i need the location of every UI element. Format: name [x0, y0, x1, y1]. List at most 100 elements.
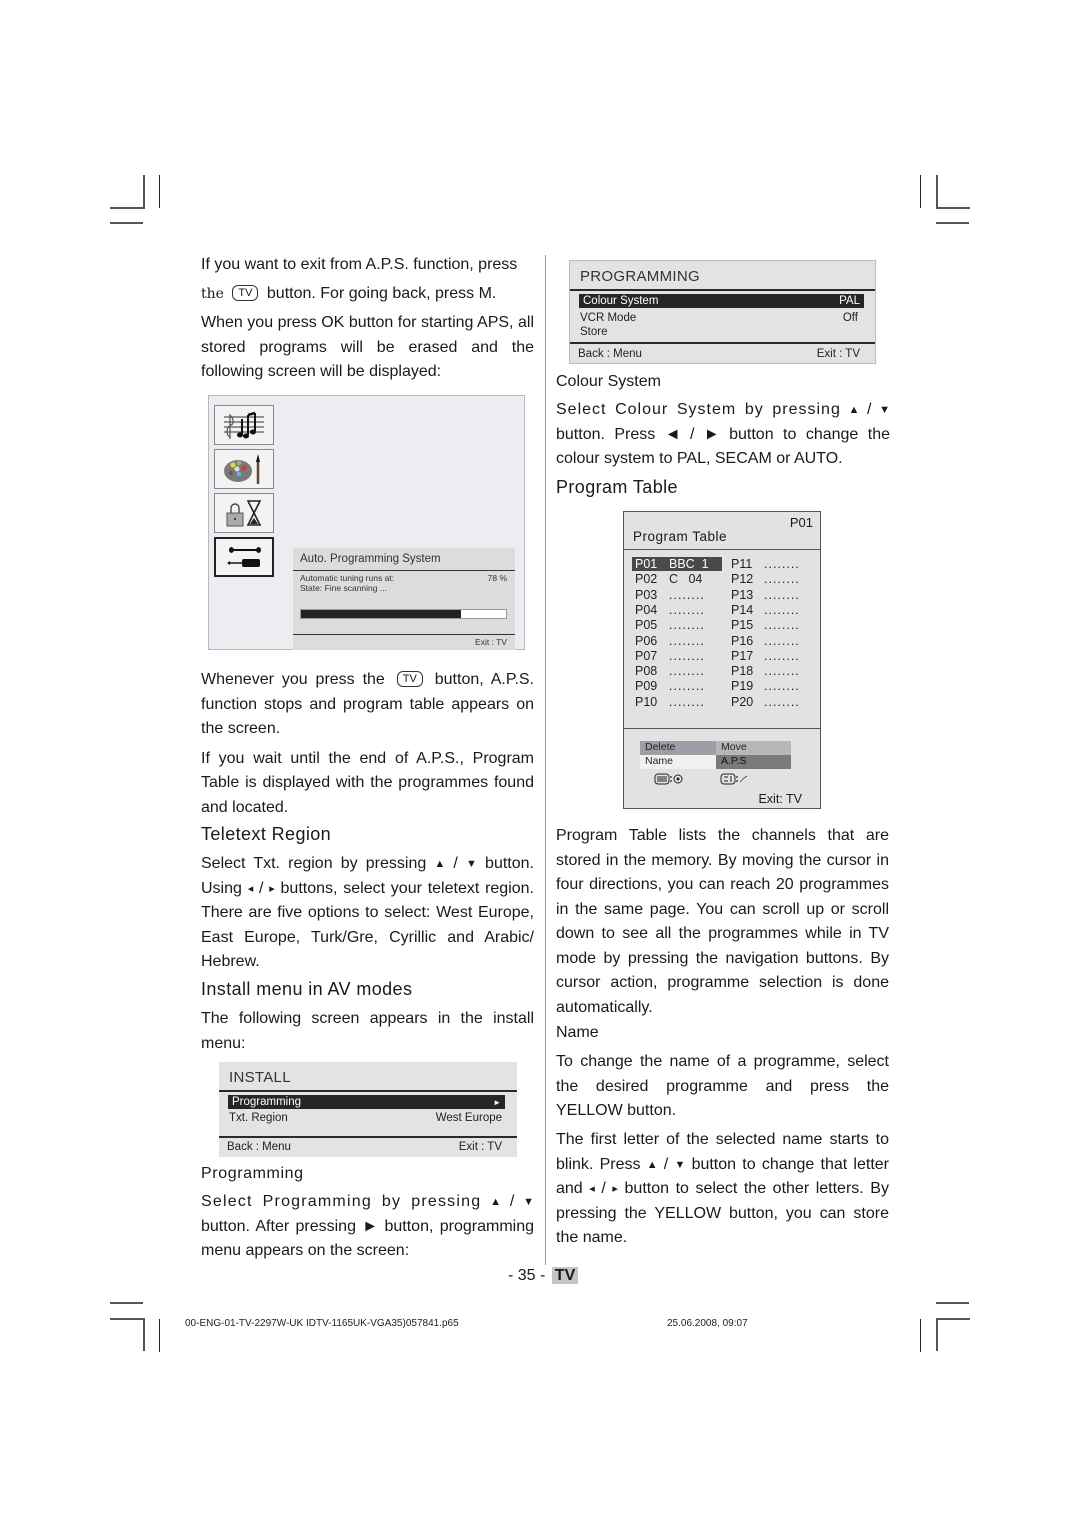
programming-item-value: PAL [839, 295, 860, 307]
up-arrow-icon: ▲ [848, 404, 860, 416]
program-row[interactable]: P04........ [635, 603, 704, 617]
slash: / [657, 1155, 675, 1173]
programming-title-rule [570, 289, 875, 291]
teletext-heading: Teletext Region [201, 824, 332, 844]
program-number: P12 [731, 572, 754, 587]
right-arrow-icon: ▸ [269, 882, 275, 895]
program-row[interactable]: P01 BBC 1 [635, 557, 709, 571]
page-number-line: - 35 - TV [508, 1267, 579, 1285]
install-paragraph: The following screen appears in the inst… [201, 1010, 534, 1052]
program-name: C 04 [669, 572, 703, 587]
programming-item-colour-system[interactable]: Colour System PAL [579, 294, 864, 308]
slash: / [253, 879, 270, 897]
program-row[interactable]: P19........ [731, 679, 799, 694]
program-number: P07 [635, 648, 658, 663]
install-item-value: West Europe [435, 1112, 502, 1124]
colour-text-b: button. Press ◄ / ► button to change the… [556, 425, 890, 468]
name-option[interactable]: Name [640, 755, 716, 769]
programming-paragraph: Select Programming by pressing ▲ / ▼ but… [201, 1190, 534, 1264]
colour-text-a: Select Colour System by pressing [556, 401, 841, 418]
name-subheading: Name [556, 1024, 599, 1041]
up-arrow-icon: ▲ [490, 1196, 502, 1208]
program-row[interactable]: P09........ [635, 679, 704, 693]
install-heading: Install menu in AV modes [201, 979, 413, 999]
program-name: ........ [669, 618, 705, 633]
aps-footer-rule [293, 634, 515, 635]
back-hint: Back : Menu [578, 348, 642, 360]
crop-mark [936, 222, 969, 224]
program-number: P18 [731, 664, 754, 679]
program-row[interactable]: P12........ [731, 572, 799, 587]
palette-icon [224, 454, 260, 484]
program-name: ........ [669, 648, 705, 663]
program-number: P08 [635, 664, 658, 679]
program-row[interactable]: P13........ [731, 588, 799, 602]
program-number: P15 [731, 618, 754, 633]
install-item-programming[interactable]: Programming ► [228, 1095, 505, 1109]
submenu-arrow-icon: ► [493, 1097, 501, 1107]
picture-menu-tile [214, 449, 274, 489]
program-row[interactable]: P08........ [635, 664, 704, 679]
program-row[interactable]: P18........ [731, 664, 799, 679]
move-option[interactable]: Move [716, 741, 791, 755]
program-number: P03 [635, 587, 658, 602]
program-row[interactable]: P03........ [635, 587, 704, 602]
programming-subheading: Programming [201, 1165, 304, 1182]
programming-item-vcr-mode[interactable]: VCR Mode Off [580, 312, 858, 324]
programming-menu-title: PROGRAMMING [580, 268, 700, 285]
aps-progress-fill [301, 610, 461, 618]
aps-state: State: Fine scanning ... [300, 583, 387, 593]
programming-text-b: button. After pressing ► button, program… [201, 1217, 534, 1260]
aps-screen: Auto. Programming System Automatic tunin… [208, 395, 525, 650]
install-item-txt-region[interactable]: Txt. Region West Europe [229, 1112, 502, 1124]
aps-title-rule [293, 570, 515, 571]
up-arrow-icon: ▲ [434, 858, 446, 870]
crop-mark [110, 1302, 143, 1304]
aps-status-value: 78 % [487, 573, 507, 583]
programming-item-value: Off [842, 312, 858, 324]
program-row[interactable]: P15........ [731, 618, 799, 633]
program-table-paragraph: Program Table lists the channels that ar… [556, 827, 889, 1016]
intro-suffix: button. For going back, press M. [266, 284, 497, 302]
after-aps-line-2: If you wait until the end of A.P.S., Pro… [201, 749, 534, 816]
programming-item-store[interactable]: Store [580, 326, 858, 338]
install-title-rule [219, 1090, 517, 1092]
program-row[interactable]: P10........ [635, 694, 704, 709]
intro-line-1: If you want to exit from A.P.S. function… [201, 256, 518, 273]
program-row[interactable]: P20........ [731, 695, 799, 709]
delete-option[interactable]: Delete [640, 741, 716, 755]
tools-icon [227, 547, 261, 567]
name-text-2: The first letter of the selected name st… [556, 1128, 889, 1251]
program-number: P10 [635, 694, 658, 709]
index-key-icon [720, 773, 748, 785]
aps-status-label: Automatic tuning runs at: [300, 573, 395, 583]
program-row[interactable]: P07........ [635, 648, 704, 663]
install-item-label: Programming [232, 1096, 302, 1108]
program-name: ........ [764, 664, 800, 679]
install-menu: INSTALL Programming ► Txt. Region West E… [219, 1062, 517, 1157]
program-row[interactable]: P02 C 04 [635, 572, 702, 586]
program-number: P17 [731, 648, 754, 663]
down-arrow-icon: ▼ [523, 1196, 534, 1208]
tv-key-icon: TV [396, 671, 423, 687]
program-number: P19 [731, 679, 754, 694]
aps-option[interactable]: A.P.S [716, 755, 791, 769]
down-arrow-icon: ▼ [879, 404, 890, 416]
programming-item-label: VCR Mode [580, 312, 637, 324]
install-menu-footer: Back : Menu Exit : TV [227, 1141, 502, 1153]
aps-panel: Auto. Programming System Automatic tunin… [293, 548, 515, 650]
column-divider [545, 255, 546, 1265]
crop-mark [110, 1318, 145, 1320]
program-row[interactable]: P17........ [731, 648, 799, 663]
program-row[interactable]: P06........ [635, 634, 704, 648]
program-row[interactable]: P11........ [731, 557, 799, 571]
right-arrow-icon: ▸ [612, 1183, 618, 1195]
program-row[interactable]: P14........ [731, 603, 799, 617]
install-item-label: Txt. Region [229, 1112, 288, 1124]
aps-footer: Exit : TV [475, 637, 507, 647]
slash: / [445, 855, 467, 872]
program-table-options-rule [624, 728, 820, 729]
crop-mark [110, 222, 143, 224]
program-row[interactable]: P05........ [635, 618, 704, 632]
program-row[interactable]: P16........ [731, 634, 799, 648]
